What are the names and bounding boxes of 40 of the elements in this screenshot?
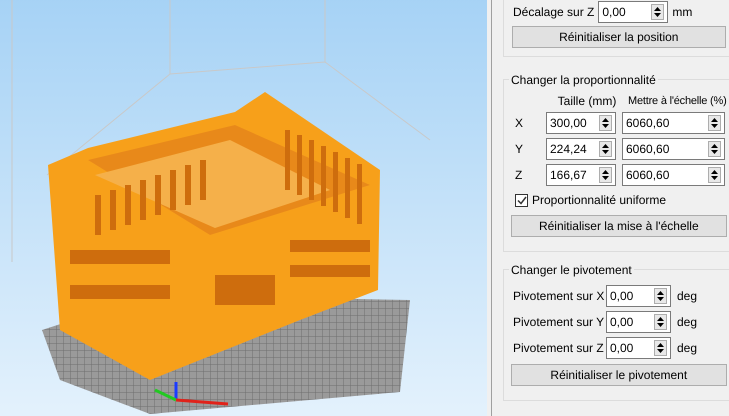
column-header: Mettre à l'échelle (%) [628, 94, 727, 109]
spinner-icon[interactable] [651, 4, 664, 20]
unit-label: deg [676, 340, 698, 357]
spinner-icon[interactable] [654, 340, 667, 356]
spinner-icon[interactable] [599, 141, 612, 157]
number-field[interactable]: 0,00 [606, 285, 671, 307]
reset-scale-button[interactable]: Réinitialiser la mise à l'échelle [511, 215, 727, 237]
checkbox-label: Proportionnalité uniforme [532, 192, 666, 209]
spinner-icon[interactable] [654, 288, 667, 304]
reset-position-button[interactable]: Réinitialiser la position [512, 26, 726, 48]
spinner-icon[interactable] [599, 115, 612, 131]
field-label: Décalage sur Z [513, 4, 594, 21]
axis-label: Z [514, 167, 524, 184]
spinner-icon[interactable] [708, 141, 721, 157]
checkbox[interactable] [515, 194, 528, 206]
column-header: Taille (mm) [556, 93, 618, 110]
number-field[interactable]: 300,00 [546, 112, 616, 134]
field-label: Pivotement sur Z [513, 340, 602, 357]
field-label: Pivotement sur Y [513, 314, 602, 331]
axis-label: Y [514, 141, 524, 158]
unit-label: deg [676, 288, 698, 305]
spinner-icon[interactable] [654, 314, 667, 330]
axis-label: X [514, 115, 524, 132]
number-field[interactable]: 0,00 [598, 1, 668, 23]
unit-label: mm [672, 4, 692, 21]
number-field[interactable]: 6060,60 [622, 138, 725, 160]
axis-gizmo-icon [154, 382, 228, 406]
spinner-icon[interactable] [708, 115, 721, 131]
number-field[interactable]: 166,67 [546, 164, 616, 186]
spinner-icon[interactable] [599, 167, 612, 183]
unit-label: deg [676, 314, 698, 331]
number-field[interactable]: 0,00 [606, 337, 671, 359]
number-field[interactable]: 0,00 [606, 311, 671, 333]
reset-rotation-button[interactable]: Réinitialiser le pivotement [511, 364, 727, 386]
spinner-icon[interactable] [708, 167, 721, 183]
number-field[interactable]: 6060,60 [622, 164, 725, 186]
number-field[interactable]: 224,24 [546, 138, 616, 160]
field-label: Pivotement sur X [513, 288, 602, 305]
number-field[interactable]: 6060,60 [622, 112, 725, 134]
3d-viewport[interactable] [0, 0, 487, 416]
